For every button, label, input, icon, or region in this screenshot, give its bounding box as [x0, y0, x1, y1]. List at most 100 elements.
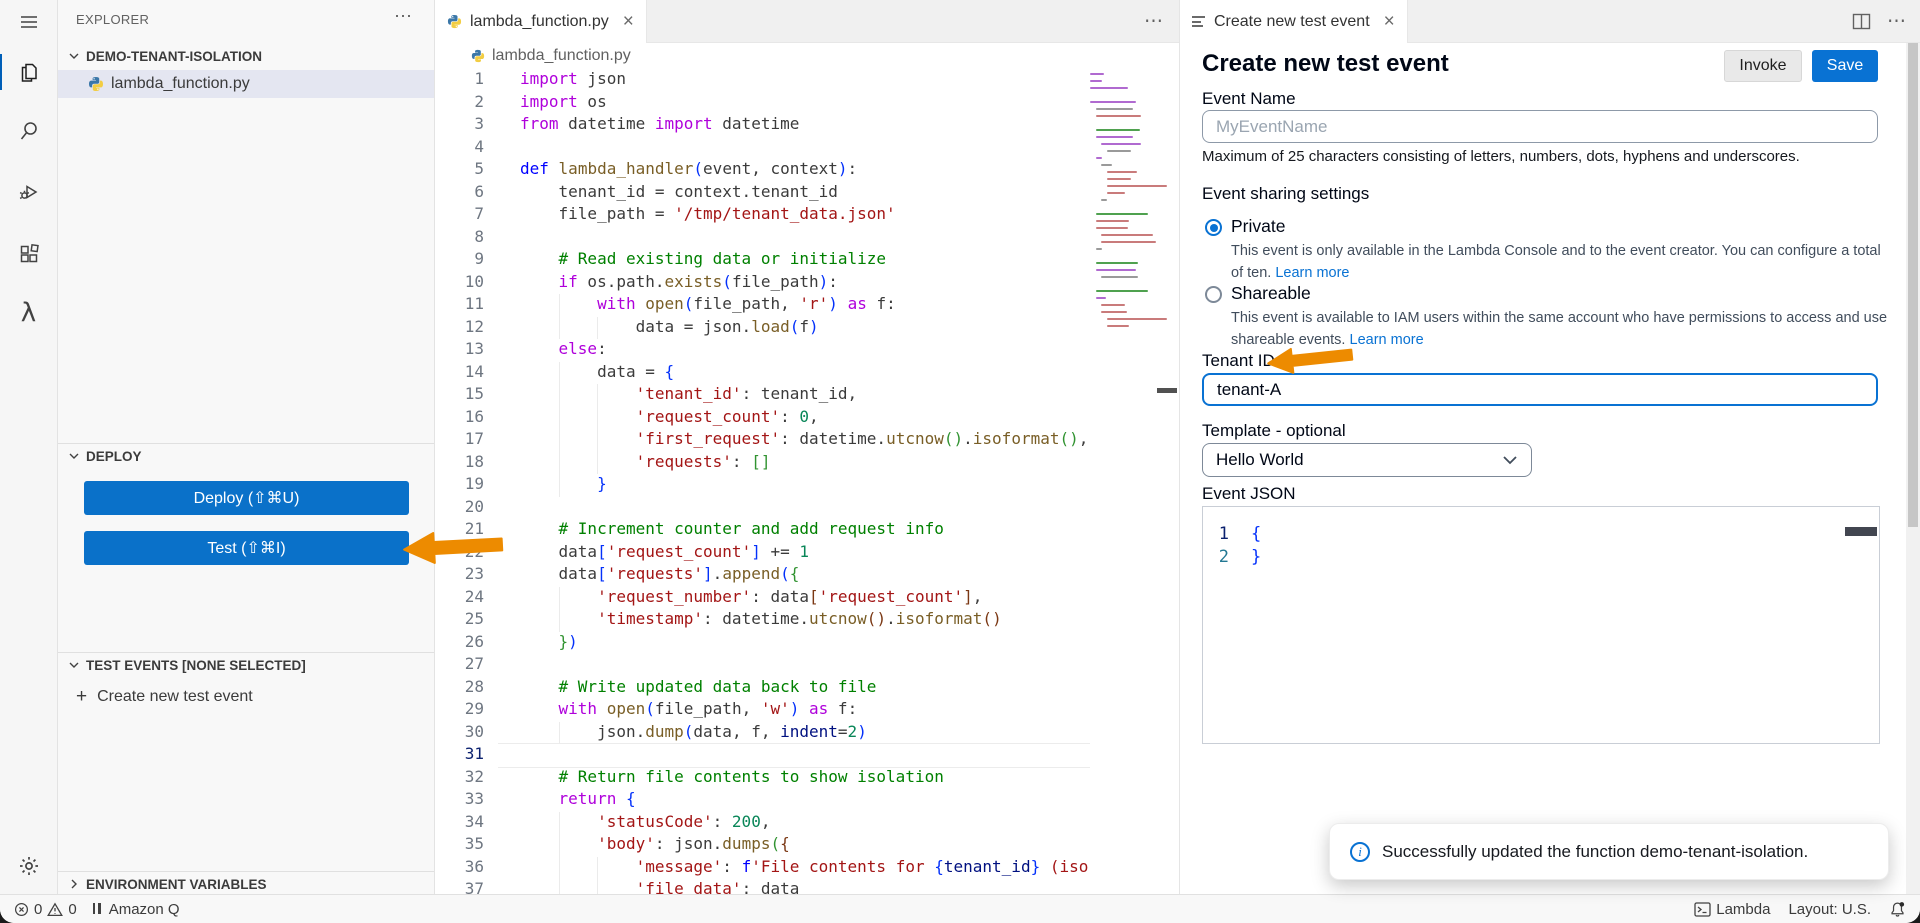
code-text: 'message': f'File contents for {tenant_i… [520, 857, 1089, 880]
line-number: 19 [435, 474, 484, 497]
code-text: 'timestamp': datetime.utcnow().isoformat… [520, 609, 1002, 632]
line-number: 13 [435, 339, 484, 362]
explorer-more-icon[interactable]: ⋯ [394, 6, 412, 27]
close-icon[interactable]: × [623, 12, 634, 31]
explorer-icon[interactable] [0, 48, 57, 96]
line-number: 2 [435, 92, 484, 115]
environment-variables-section-header[interactable]: ENVIRONMENT VARIABLES [58, 872, 434, 896]
amazon-q-status[interactable]: Amazon Q [93, 901, 180, 918]
indent-guide [597, 429, 598, 452]
code-line: 35 'body': json.dumps({ [435, 834, 1089, 857]
code-line: 20 [435, 497, 1089, 520]
minimap-line [1107, 325, 1129, 327]
code-line: 29 with open(file_path, 'w') as f: [435, 699, 1089, 722]
minimap-line [1101, 234, 1153, 236]
minimap-line [1107, 171, 1137, 173]
json-editor-scrollbar-thumb[interactable] [1845, 527, 1877, 536]
tenant-id-input[interactable] [1202, 373, 1878, 406]
extensions-icon[interactable] [0, 230, 57, 278]
terminal-icon [1694, 902, 1711, 917]
code-text: with open(file_path, 'r') as f: [520, 294, 896, 317]
template-select[interactable]: Hello World [1202, 443, 1532, 477]
line-number: 21 [435, 519, 484, 542]
code-line: 15 'tenant_id': tenant_id, [435, 384, 1089, 407]
breadcrumb[interactable]: lambda_function.py [471, 43, 631, 69]
shareable-radio-label[interactable]: Shareable [1231, 283, 1311, 304]
layout-status[interactable]: Layout: U.S. [1788, 901, 1871, 918]
test-events-section-header[interactable]: TEST EVENTS [NONE SELECTED] [58, 653, 434, 677]
line-number: 36 [435, 857, 484, 880]
code-text: data['requests'].append({ [520, 564, 799, 587]
event-json-editor[interactable]: 1{2} [1202, 506, 1880, 744]
minimap-line [1096, 213, 1148, 215]
indent-guide [559, 722, 560, 745]
notifications-bell[interactable] [1889, 901, 1906, 918]
tab-lambda-function[interactable]: lambda_function.py × [435, 0, 647, 43]
more-actions-icon[interactable]: ⋯ [1887, 10, 1906, 33]
info-icon: i [1350, 842, 1370, 862]
event-name-input[interactable] [1202, 110, 1878, 143]
menu-icon[interactable] [0, 4, 57, 40]
indent-guide [559, 879, 560, 894]
problems-status[interactable]: 0 0 [14, 901, 77, 918]
search-icon[interactable] [0, 107, 57, 155]
code-editor[interactable]: 1import json2import os3from datetime imp… [435, 69, 1089, 894]
event-sharing-label: Event sharing settings [1202, 184, 1369, 204]
more-actions-icon[interactable]: ⋯ [1144, 10, 1163, 33]
shareable-radio[interactable] [1205, 286, 1222, 303]
line-number: 15 [435, 384, 484, 407]
code-text: 'body': json.dumps({ [520, 834, 790, 857]
chevron-down-icon [66, 448, 82, 464]
invoke-button[interactable]: Invoke [1724, 50, 1802, 82]
lambda-terminal-status[interactable]: Lambda [1694, 901, 1770, 918]
tab-create-test-event[interactable]: Create new test event × [1180, 0, 1408, 43]
settings-gear-icon[interactable] [0, 842, 57, 890]
code-line: 16 'request_count': 0, [435, 407, 1089, 430]
run-debug-icon[interactable] [0, 168, 57, 216]
minimap-line [1107, 150, 1132, 152]
private-radio-label[interactable]: Private [1231, 216, 1285, 237]
code-line: 11 with open(file_path, 'r') as f: [435, 294, 1089, 317]
minimap-line [1090, 73, 1104, 75]
code-text: 'tenant_id': tenant_id, [520, 384, 857, 407]
line-number: 25 [435, 609, 484, 632]
warning-icon [47, 902, 63, 917]
chevron-down-icon [66, 657, 82, 673]
indent-guide [597, 317, 598, 340]
minimap-line [1096, 269, 1136, 271]
code-line: 37 'file_data': data [435, 879, 1089, 894]
event-name-label: Event Name [1202, 89, 1296, 109]
file-item-lambda-function[interactable]: lambda_function.py [58, 70, 434, 98]
minimap[interactable] [1090, 73, 1157, 894]
project-section-header[interactable]: DEMO-TENANT-ISOLATION [58, 44, 434, 68]
line-number: 12 [435, 317, 484, 340]
minimap-line [1096, 297, 1106, 299]
test-button[interactable]: Test (⇧⌘I) [84, 531, 409, 565]
minimap-line [1096, 108, 1134, 110]
minimap-line [1090, 87, 1128, 89]
minimap-line [1101, 241, 1156, 243]
deploy-section-header[interactable]: DEPLOY [58, 444, 434, 468]
panel-scrollbar-thumb[interactable] [1908, 43, 1918, 527]
deploy-button[interactable]: Deploy (⇧⌘U) [84, 481, 409, 515]
split-editor-icon[interactable] [1852, 13, 1871, 30]
line-number: 37 [435, 879, 484, 894]
close-icon[interactable]: × [1384, 12, 1395, 31]
private-radio[interactable] [1205, 219, 1222, 236]
page-title: Create new test event [1202, 50, 1449, 78]
editor-actions: ⋯ [1144, 0, 1163, 43]
aws-lambda-icon[interactable]: λ [0, 289, 57, 337]
code-line: 22 data['request_count'] += 1 [435, 542, 1089, 565]
code-line: 24 'request_number': data['request_count… [435, 587, 1089, 610]
code-line: 17 'first_request': datetime.utcnow().is… [435, 429, 1089, 452]
learn-more-link[interactable]: Learn more [1350, 332, 1424, 348]
create-new-test-event-item[interactable]: + Create new test event [58, 683, 434, 711]
line-number: 18 [435, 452, 484, 475]
explorer-title: EXPLORER [76, 12, 149, 27]
code-line: 2import os [435, 92, 1089, 115]
learn-more-link[interactable]: Learn more [1275, 265, 1349, 281]
code-line: 31 [435, 744, 1089, 767]
code-line: 32 # Return file contents to show isolat… [435, 767, 1089, 790]
plus-icon: + [76, 686, 87, 708]
save-button[interactable]: Save [1812, 50, 1878, 82]
